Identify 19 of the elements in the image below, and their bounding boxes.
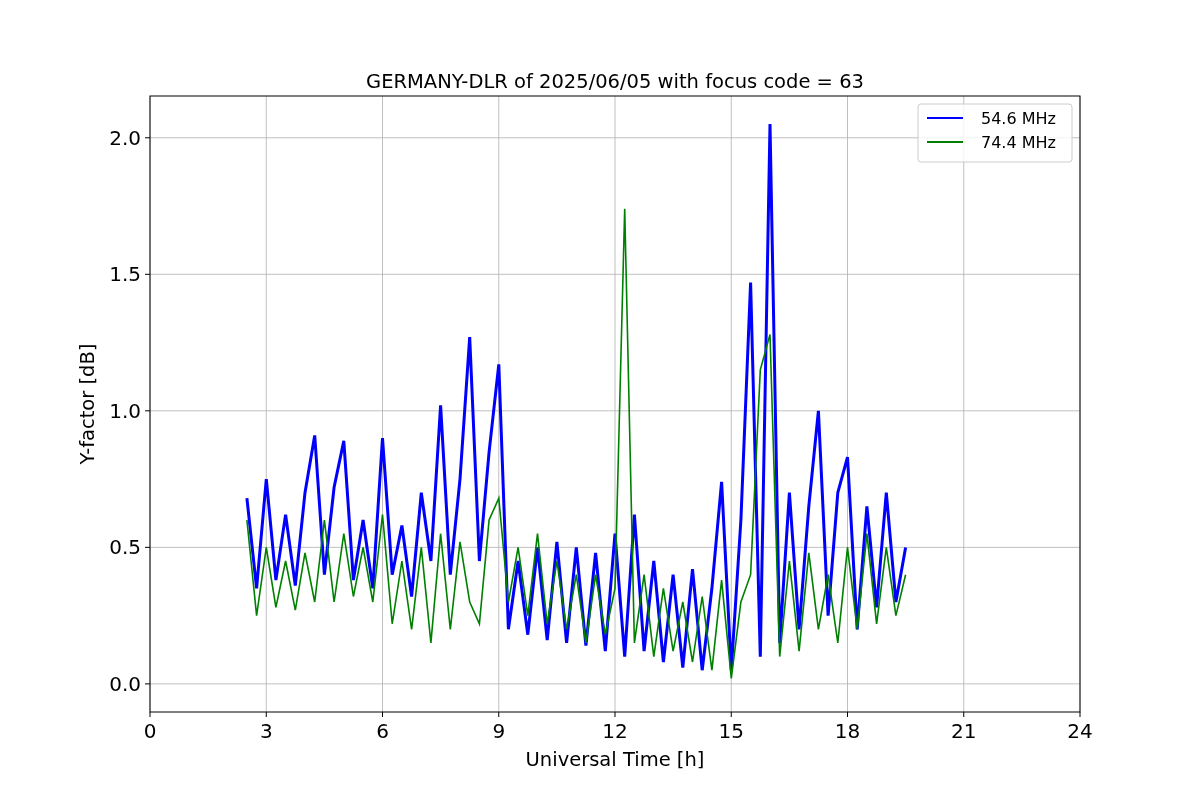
x-tick-label: 9 <box>492 719 506 743</box>
x-tick-label: 12 <box>602 719 628 743</box>
x-tick-label: 0 <box>143 719 157 743</box>
y-axis-label: Y-factor [dB] <box>76 343 99 465</box>
chart-title: GERMANY-DLR of 2025/06/05 with focus code = 63 <box>366 70 864 93</box>
x-axis-label: Universal Time [h] <box>525 748 705 771</box>
x-tick-label: 15 <box>718 719 744 743</box>
y-tick-label: 0.0 <box>109 671 141 696</box>
y-tick-label: 0.5 <box>109 535 141 560</box>
x-tick-label: 3 <box>259 719 273 743</box>
x-tick-label: 6 <box>376 719 389 743</box>
legend-label: 74.4 MHz <box>981 133 1056 152</box>
x-tick-label: 24 <box>1067 719 1093 743</box>
x-tick-label: 18 <box>834 719 861 743</box>
y-tick-label: 1.5 <box>109 262 141 287</box>
y-tick-label: 1.0 <box>109 398 141 423</box>
legend-label: 54.6 MHz <box>981 109 1056 128</box>
y-tick-label: 2.0 <box>109 125 141 150</box>
x-tick-label: 21 <box>951 719 977 743</box>
